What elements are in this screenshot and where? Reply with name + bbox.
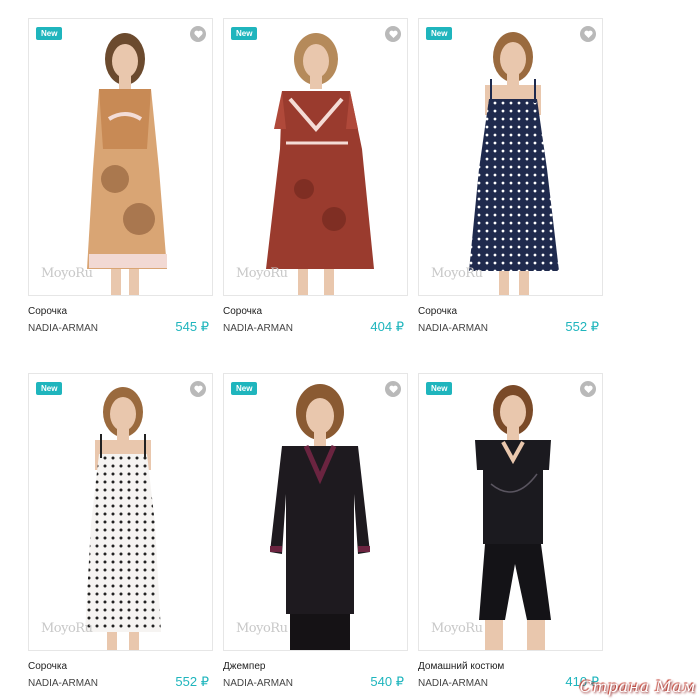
product-photo[interactable]: New MoyoRu [223,18,408,296]
product-price: 552 ₽ [175,674,209,689]
product-card[interactable]: New MoyoRu Сорочка NADIA-ARMAN 404 ₽ [223,18,408,335]
product-brand: NADIA-ARMAN [223,678,294,689]
product-brand: NADIA-ARMAN [223,323,294,334]
new-badge: New [231,27,258,40]
product-photo[interactable]: New MoyoRu [28,18,213,296]
photo-watermark: MoyoRu [236,621,288,636]
product-price: 545 ₽ [175,319,209,334]
new-badge: New [231,382,258,395]
product-card[interactable]: New MoyoRu Сорочка NADIA-ARMAN 552 ₽ [418,18,603,335]
product-name[interactable]: Джемпер [223,661,408,674]
new-badge: New [36,382,63,395]
new-badge: New [36,27,63,40]
heart-icon[interactable] [190,381,206,397]
new-badge: New [426,382,453,395]
photo-watermark: MoyoRu [236,266,288,281]
photo-watermark: MoyoRu [431,266,483,281]
heart-icon[interactable] [580,381,596,397]
product-photo[interactable]: New MoyoRu [418,18,603,296]
product-brand: NADIA-ARMAN [28,678,99,689]
product-photo[interactable]: New MoyoRu [223,373,408,651]
photo-watermark: MoyoRu [41,266,93,281]
photo-watermark: MoyoRu [41,621,93,636]
product-image-home-suit-black [475,385,551,650]
product-photo[interactable]: New MoyoRu [28,373,213,651]
heart-icon[interactable] [190,26,206,42]
product-brand: NADIA-ARMAN [28,323,99,334]
product-image-nightgown-navy-dots [469,32,559,295]
product-image-nightgown-white-dots [85,387,161,650]
product-brand: NADIA-ARMAN [418,678,489,689]
product-name[interactable]: Домашний костюм [418,661,603,674]
new-badge: New [426,27,453,40]
product-photo[interactable]: New MoyoRu [418,373,603,651]
product-image-nightgown-print [87,33,167,295]
product-card[interactable]: New MoyoRu Джемпер NADIA-ARMAN 540 ₽ [223,373,408,690]
photo-watermark: MoyoRu [431,621,483,636]
product-price: 552 ₽ [565,319,599,334]
product-card[interactable]: New MoyoRu Домашний костюм NADIA-ARMAN 4… [418,373,603,690]
site-watermark: Страна Мам [579,677,696,696]
product-brand: NADIA-ARMAN [418,323,489,334]
product-name[interactable]: Сорочка [223,306,408,319]
product-card[interactable]: New MoyoRu Сорочка NADIA-ARMAN 545 ₽ [28,18,213,335]
product-name[interactable]: Сорочка [28,661,213,674]
product-image-jumper-black [270,384,370,650]
product-name[interactable]: Сорочка [418,306,603,319]
product-price: 540 ₽ [370,674,404,689]
heart-icon[interactable] [385,26,401,42]
product-image-nightgown-snake [266,33,374,295]
heart-icon[interactable] [580,26,596,42]
product-card[interactable]: New MoyoRu Сорочка NADIA-ARMAN 552 ₽ [28,373,213,690]
product-price: 404 ₽ [370,319,404,334]
product-name[interactable]: Сорочка [28,306,213,319]
heart-icon[interactable] [385,381,401,397]
